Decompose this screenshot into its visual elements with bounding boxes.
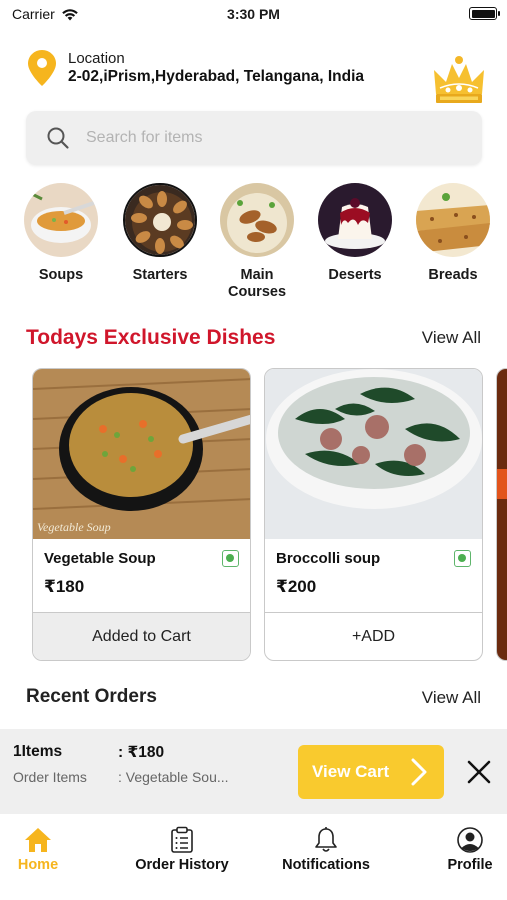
recent-orders-title: Recent Orders [26, 686, 157, 707]
location-address: 2-02,iPrism,Hyderabad, Telangana, India [68, 68, 365, 85]
category-breads[interactable]: Breads [408, 183, 498, 284]
category-deserts[interactable]: Deserts [310, 183, 400, 284]
tab-order-history[interactable]: Order History [130, 826, 234, 873]
category-list: Soups Starters Main Courses Deserts Brea… [24, 183, 494, 303]
category-label: Breads [428, 267, 478, 283]
clock: 3:30 PM [227, 6, 280, 22]
view-cart-button[interactable]: View Cart [298, 745, 444, 799]
veg-indicator-icon [222, 550, 239, 567]
exclusive-view-all-link[interactable]: View All [422, 328, 481, 348]
starters-image [123, 183, 197, 257]
recent-orders-view-all-link[interactable]: View All [422, 688, 481, 708]
cart-total-price: : ₹180 [118, 744, 165, 761]
bottom-tab-bar: Home Order History Notifications Profile [0, 814, 507, 900]
category-main-courses[interactable]: Main Courses [212, 183, 302, 301]
category-label: Starters [132, 267, 188, 283]
tab-label: Home [17, 857, 59, 873]
location-selector[interactable]: Location 2-02,iPrism,Hyderabad, Telangan… [28, 48, 428, 90]
dish-name: Vegetable Soup [44, 550, 156, 567]
location-label: Location [68, 50, 125, 67]
order-items-label: Order Items [13, 769, 87, 785]
soups-image [24, 183, 98, 257]
tab-profile[interactable]: Profile [444, 826, 496, 873]
user-icon [457, 827, 483, 853]
tab-label: Notifications [282, 857, 370, 873]
dish-price: ₹200 [276, 577, 317, 596]
category-soups[interactable]: Soups [16, 183, 106, 284]
search-input[interactable] [86, 111, 466, 165]
broccolli-soup-photo [265, 369, 482, 539]
exclusive-dishes-title: Todays Exclusive Dishes [26, 326, 276, 349]
main-courses-image [220, 183, 294, 257]
category-label: Deserts [328, 267, 382, 283]
cart-item-count: 1Items [13, 743, 63, 760]
dish-card-broccolli-soup[interactable]: Broccolli soup ₹200 +ADD [264, 368, 483, 661]
add-to-cart-button[interactable]: +ADD [265, 612, 482, 660]
deserts-image [318, 183, 392, 257]
cart-summary-bar: 1Items : ₹180 Order Items : Vegetable So… [0, 729, 507, 814]
close-icon[interactable] [466, 759, 492, 785]
category-label: Soups [38, 267, 84, 283]
tab-label: Profile [447, 857, 493, 873]
home-icon [25, 828, 51, 852]
dish-card-partial[interactable] [496, 368, 507, 661]
veg-indicator-icon [454, 550, 471, 567]
dish-price: ₹180 [44, 577, 85, 596]
category-starters[interactable]: Starters [115, 183, 205, 284]
view-cart-label: View Cart [312, 762, 390, 781]
dish-card-vegetable-soup[interactable]: Vegetable Soup Vegetable Soup ₹180 Added… [32, 368, 251, 661]
crown-logo-icon[interactable] [432, 54, 486, 106]
location-pin-icon [28, 50, 56, 86]
vegetable-soup-photo: Vegetable Soup [33, 369, 250, 539]
bell-icon [315, 827, 337, 852]
clipboard-icon [171, 826, 193, 853]
search-icon [47, 127, 69, 149]
tab-home[interactable]: Home [12, 826, 64, 873]
search-bar[interactable] [26, 111, 482, 165]
chevron-right-icon [411, 758, 427, 786]
tab-notifications[interactable]: Notifications [278, 826, 374, 873]
dish-name: Broccolli soup [276, 550, 381, 567]
breads-image [416, 183, 490, 257]
category-label: Main Courses [227, 267, 287, 300]
status-bar: Carrier 3:30 PM [0, 0, 507, 30]
photo-caption: Vegetable Soup [37, 520, 111, 534]
tab-label: Order History [135, 857, 229, 873]
added-to-cart-button[interactable]: Added to Cart [33, 612, 250, 660]
order-items-value: : Vegetable Sou... [118, 769, 229, 785]
battery-icon [469, 7, 500, 20]
